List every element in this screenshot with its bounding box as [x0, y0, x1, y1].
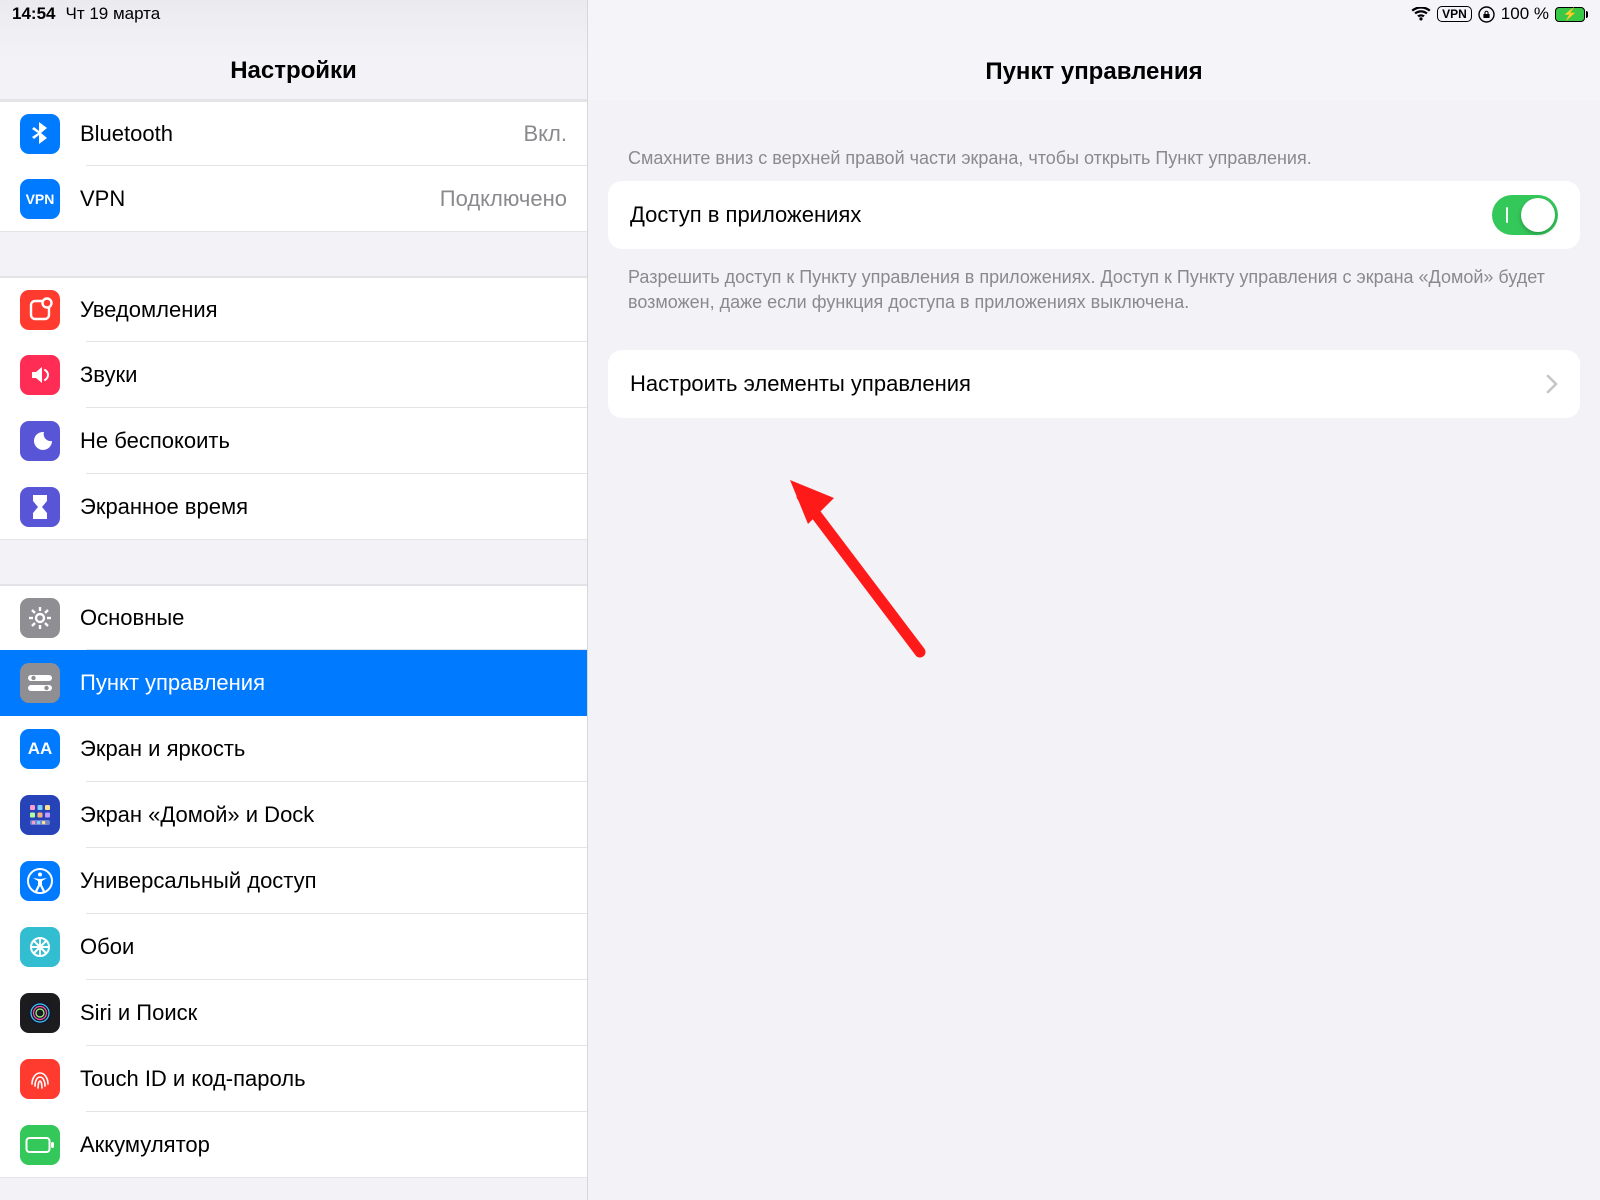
touchid-icon: [20, 1059, 60, 1099]
sidebar-item-label: Звуки: [80, 362, 137, 388]
access-in-apps-row: Доступ в приложениях: [608, 181, 1580, 249]
battery-settings-icon: [20, 1125, 60, 1165]
vpn-icon: VPN: [20, 179, 60, 219]
sidebar-item-label: Пункт управления: [80, 670, 265, 696]
sidebar-item-homescreen[interactable]: Экран «Домой» и Dock: [0, 782, 587, 848]
customize-controls-row[interactable]: Настроить элементы управления: [608, 350, 1580, 418]
sidebar-item-bluetooth[interactable]: Bluetooth Вкл.: [0, 100, 587, 166]
sidebar-item-siri[interactable]: Siri и Поиск: [0, 980, 587, 1046]
battery-percent: 100 %: [1501, 4, 1549, 24]
status-bar: 14:54 Чт 19 марта VPN 100 % ⚡: [0, 0, 1600, 28]
status-date: Чт 19 марта: [65, 4, 160, 24]
sidebar-item-label: Не беспокоить: [80, 428, 230, 454]
sidebar-item-label: Экранное время: [80, 494, 248, 520]
siri-icon: [20, 993, 60, 1033]
display-icon: AA: [20, 729, 60, 769]
gear-icon: [20, 598, 60, 638]
sidebar-item-label: Основные: [80, 605, 184, 631]
settings-sidebar: Настройки Bluetooth Вкл. VPN VPN Подключ…: [0, 0, 588, 1200]
bluetooth-icon: [20, 114, 60, 154]
sidebar-item-label: Универсальный доступ: [80, 868, 317, 894]
sidebar-item-screentime[interactable]: Экранное время: [0, 474, 587, 540]
sidebar-item-touchid[interactable]: Touch ID и код-пароль: [0, 1046, 587, 1112]
customize-controls-group: Настроить элементы управления: [608, 350, 1580, 418]
sidebar-item-label: Уведомления: [80, 297, 218, 323]
sidebar-item-value: Вкл.: [524, 121, 568, 147]
vpn-badge-icon: VPN: [1437, 6, 1472, 22]
chevron-right-icon: [1546, 374, 1558, 394]
homescreen-icon: [20, 795, 60, 835]
sidebar-item-label: Bluetooth: [80, 121, 173, 147]
access-in-apps-group: Доступ в приложениях: [608, 181, 1580, 249]
status-time: 14:54: [12, 4, 55, 24]
sidebar-item-general[interactable]: Основные: [0, 584, 587, 650]
sidebar-item-sounds[interactable]: Звуки: [0, 342, 587, 408]
sidebar-item-label: Экран «Домой» и Dock: [80, 802, 314, 828]
wallpaper-icon: [20, 927, 60, 967]
notifications-icon: [20, 290, 60, 330]
orientation-lock-icon: [1478, 6, 1495, 23]
sidebar-group-notifications: Уведомления Звуки Не беспокоить: [0, 276, 587, 540]
sidebar-item-label: Экран и яркость: [80, 736, 245, 762]
sidebar-item-label: Siri и Поиск: [80, 1000, 197, 1026]
accessibility-icon: [20, 861, 60, 901]
battery-icon: ⚡: [1555, 7, 1588, 22]
sidebar-item-label: Аккумулятор: [80, 1132, 210, 1158]
control-center-icon: [20, 663, 60, 703]
sidebar-item-controlcenter[interactable]: Пункт управления: [0, 650, 587, 716]
sidebar-item-value: Подключено: [440, 186, 567, 212]
detail-hint-top: Смахните вниз с верхней правой части экр…: [608, 146, 1580, 181]
sidebar-group-general: Основные Пункт управления AA Экран и ярк…: [0, 584, 587, 1178]
screentime-icon: [20, 487, 60, 527]
sidebar-item-label: Touch ID и код-пароль: [80, 1066, 306, 1092]
dnd-icon: [20, 421, 60, 461]
detail-hint-below: Разрешить доступ к Пункту управления в п…: [608, 261, 1580, 325]
sidebar-group-connectivity: Bluetooth Вкл. VPN VPN Подключено: [0, 100, 587, 232]
toggle-label: Доступ в приложениях: [630, 202, 861, 228]
sounds-icon: [20, 355, 60, 395]
sidebar-item-accessibility[interactable]: Универсальный доступ: [0, 848, 587, 914]
customize-controls-label: Настроить элементы управления: [630, 371, 971, 397]
sidebar-item-wallpaper[interactable]: Обои: [0, 914, 587, 980]
sidebar-item-display[interactable]: AA Экран и яркость: [0, 716, 587, 782]
sidebar-item-label: VPN: [80, 186, 125, 212]
sidebar-item-label: Обои: [80, 934, 134, 960]
access-in-apps-toggle[interactable]: [1492, 195, 1558, 235]
detail-pane: Пункт управления Смахните вниз с верхней…: [588, 0, 1600, 1200]
wifi-icon: [1411, 7, 1431, 22]
sidebar-item-vpn[interactable]: VPN VPN Подключено: [0, 166, 587, 232]
sidebar-item-dnd[interactable]: Не беспокоить: [0, 408, 587, 474]
sidebar-item-battery[interactable]: Аккумулятор: [0, 1112, 587, 1178]
sidebar-item-notifications[interactable]: Уведомления: [0, 276, 587, 342]
